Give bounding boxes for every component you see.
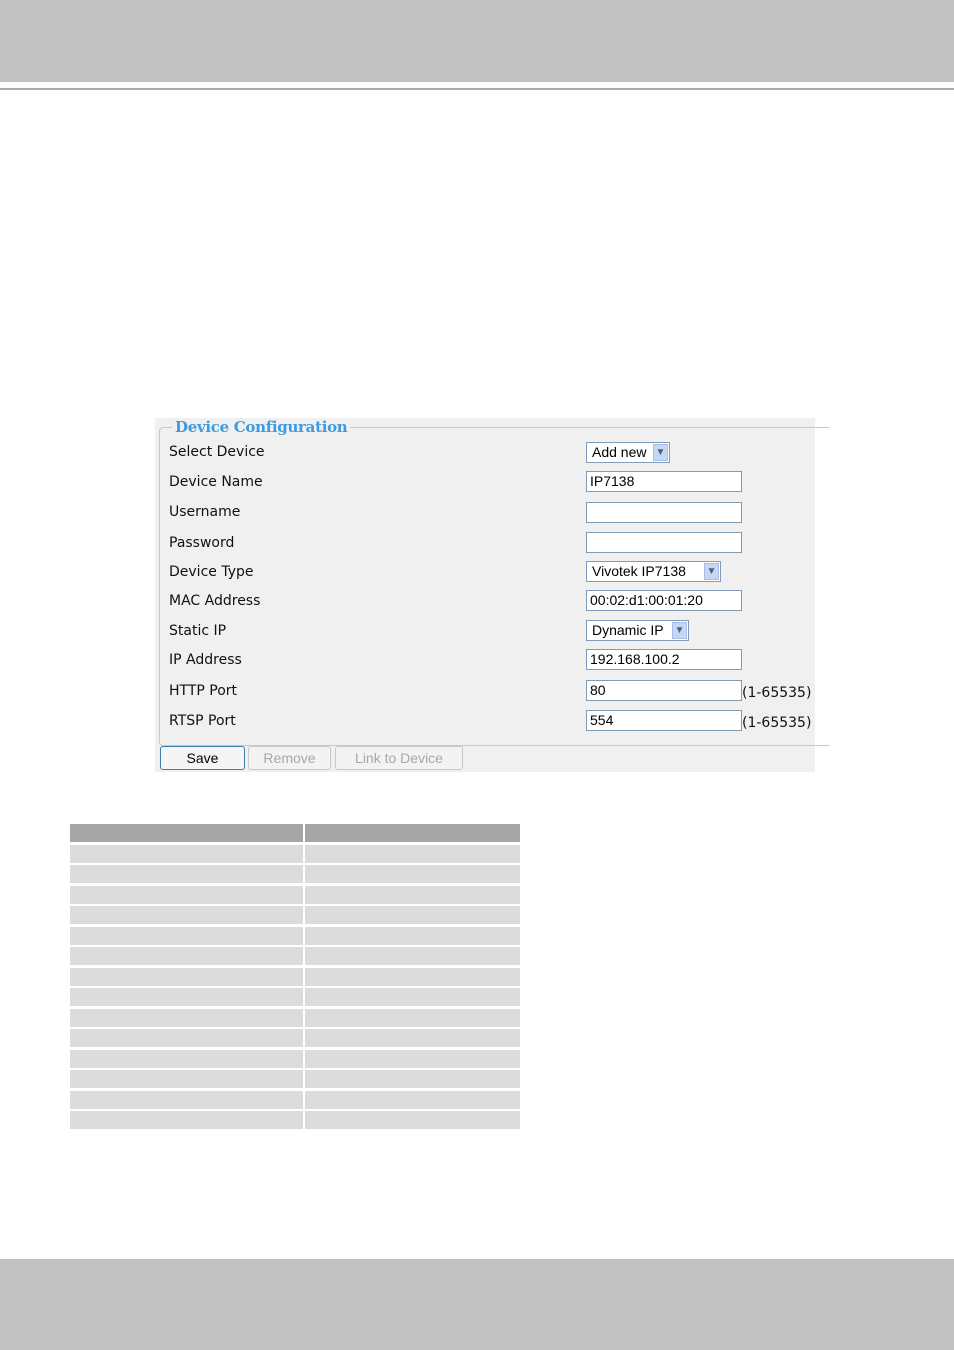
link-to-device-button[interactable]: Link to Device <box>335 746 463 770</box>
chevron-down-icon: ▼ <box>704 563 719 580</box>
device-name-field[interactable]: IP7138 <box>586 471 742 492</box>
page-footer-band <box>0 1259 954 1350</box>
http-port-range-hint: (1-65535) <box>742 685 812 701</box>
http-port-label: HTTP Port <box>169 683 238 699</box>
table-row <box>70 1091 520 1109</box>
remove-button[interactable]: Remove <box>248 746 331 770</box>
table-row <box>70 1070 520 1088</box>
password-label: Password <box>169 535 235 551</box>
rtsp-port-label: RTSP Port <box>169 713 236 729</box>
table-row <box>70 968 520 986</box>
table-row <box>70 1050 520 1068</box>
table-row <box>70 845 520 863</box>
rtsp-port-field[interactable]: 554 <box>586 710 742 731</box>
table-row <box>70 947 520 965</box>
rtsp-port-range-hint: (1-65535) <box>742 715 812 731</box>
password-field[interactable] <box>586 532 742 553</box>
http-port-field[interactable]: 80 <box>586 680 742 701</box>
ip-address-label: IP Address <box>169 652 242 668</box>
page-header-band <box>0 0 954 82</box>
device-type-label: Device Type <box>169 564 254 580</box>
table-row <box>70 886 520 904</box>
select-device-dropdown[interactable]: Add new ▼ <box>586 442 670 463</box>
fieldset-legend: Device Configuration <box>172 418 351 436</box>
static-ip-value: Dynamic IP <box>592 622 664 638</box>
username-label: Username <box>169 504 241 520</box>
chevron-down-icon: ▼ <box>672 622 687 639</box>
chevron-down-icon: ▼ <box>653 444 668 461</box>
table-row <box>70 1029 520 1047</box>
table-row <box>70 1111 520 1129</box>
save-button[interactable]: Save <box>160 746 245 770</box>
device-type-value: Vivotek IP7138 <box>592 563 686 579</box>
mac-address-label: MAC Address <box>169 593 261 609</box>
mac-address-field[interactable]: 00:02:d1:00:01:20 <box>586 590 742 611</box>
device-configuration-panel: Device Configuration Select Device Add n… <box>155 418 830 772</box>
device-type-dropdown[interactable]: Vivotek IP7138 ▼ <box>586 561 721 582</box>
select-device-label: Select Device <box>169 444 265 460</box>
ip-address-field[interactable]: 192.168.100.2 <box>586 649 742 670</box>
device-name-label: Device Name <box>169 474 263 490</box>
table-row <box>70 906 520 924</box>
table-row <box>70 927 520 945</box>
table-row <box>70 1009 520 1027</box>
username-field[interactable] <box>586 502 742 523</box>
table-row <box>70 865 520 883</box>
static-ip-label: Static IP <box>169 623 227 639</box>
table-header-row <box>70 824 520 842</box>
select-device-value: Add new <box>592 444 647 460</box>
table-row <box>70 988 520 1006</box>
header-rule <box>0 88 954 90</box>
static-ip-dropdown[interactable]: Dynamic IP ▼ <box>586 620 689 641</box>
